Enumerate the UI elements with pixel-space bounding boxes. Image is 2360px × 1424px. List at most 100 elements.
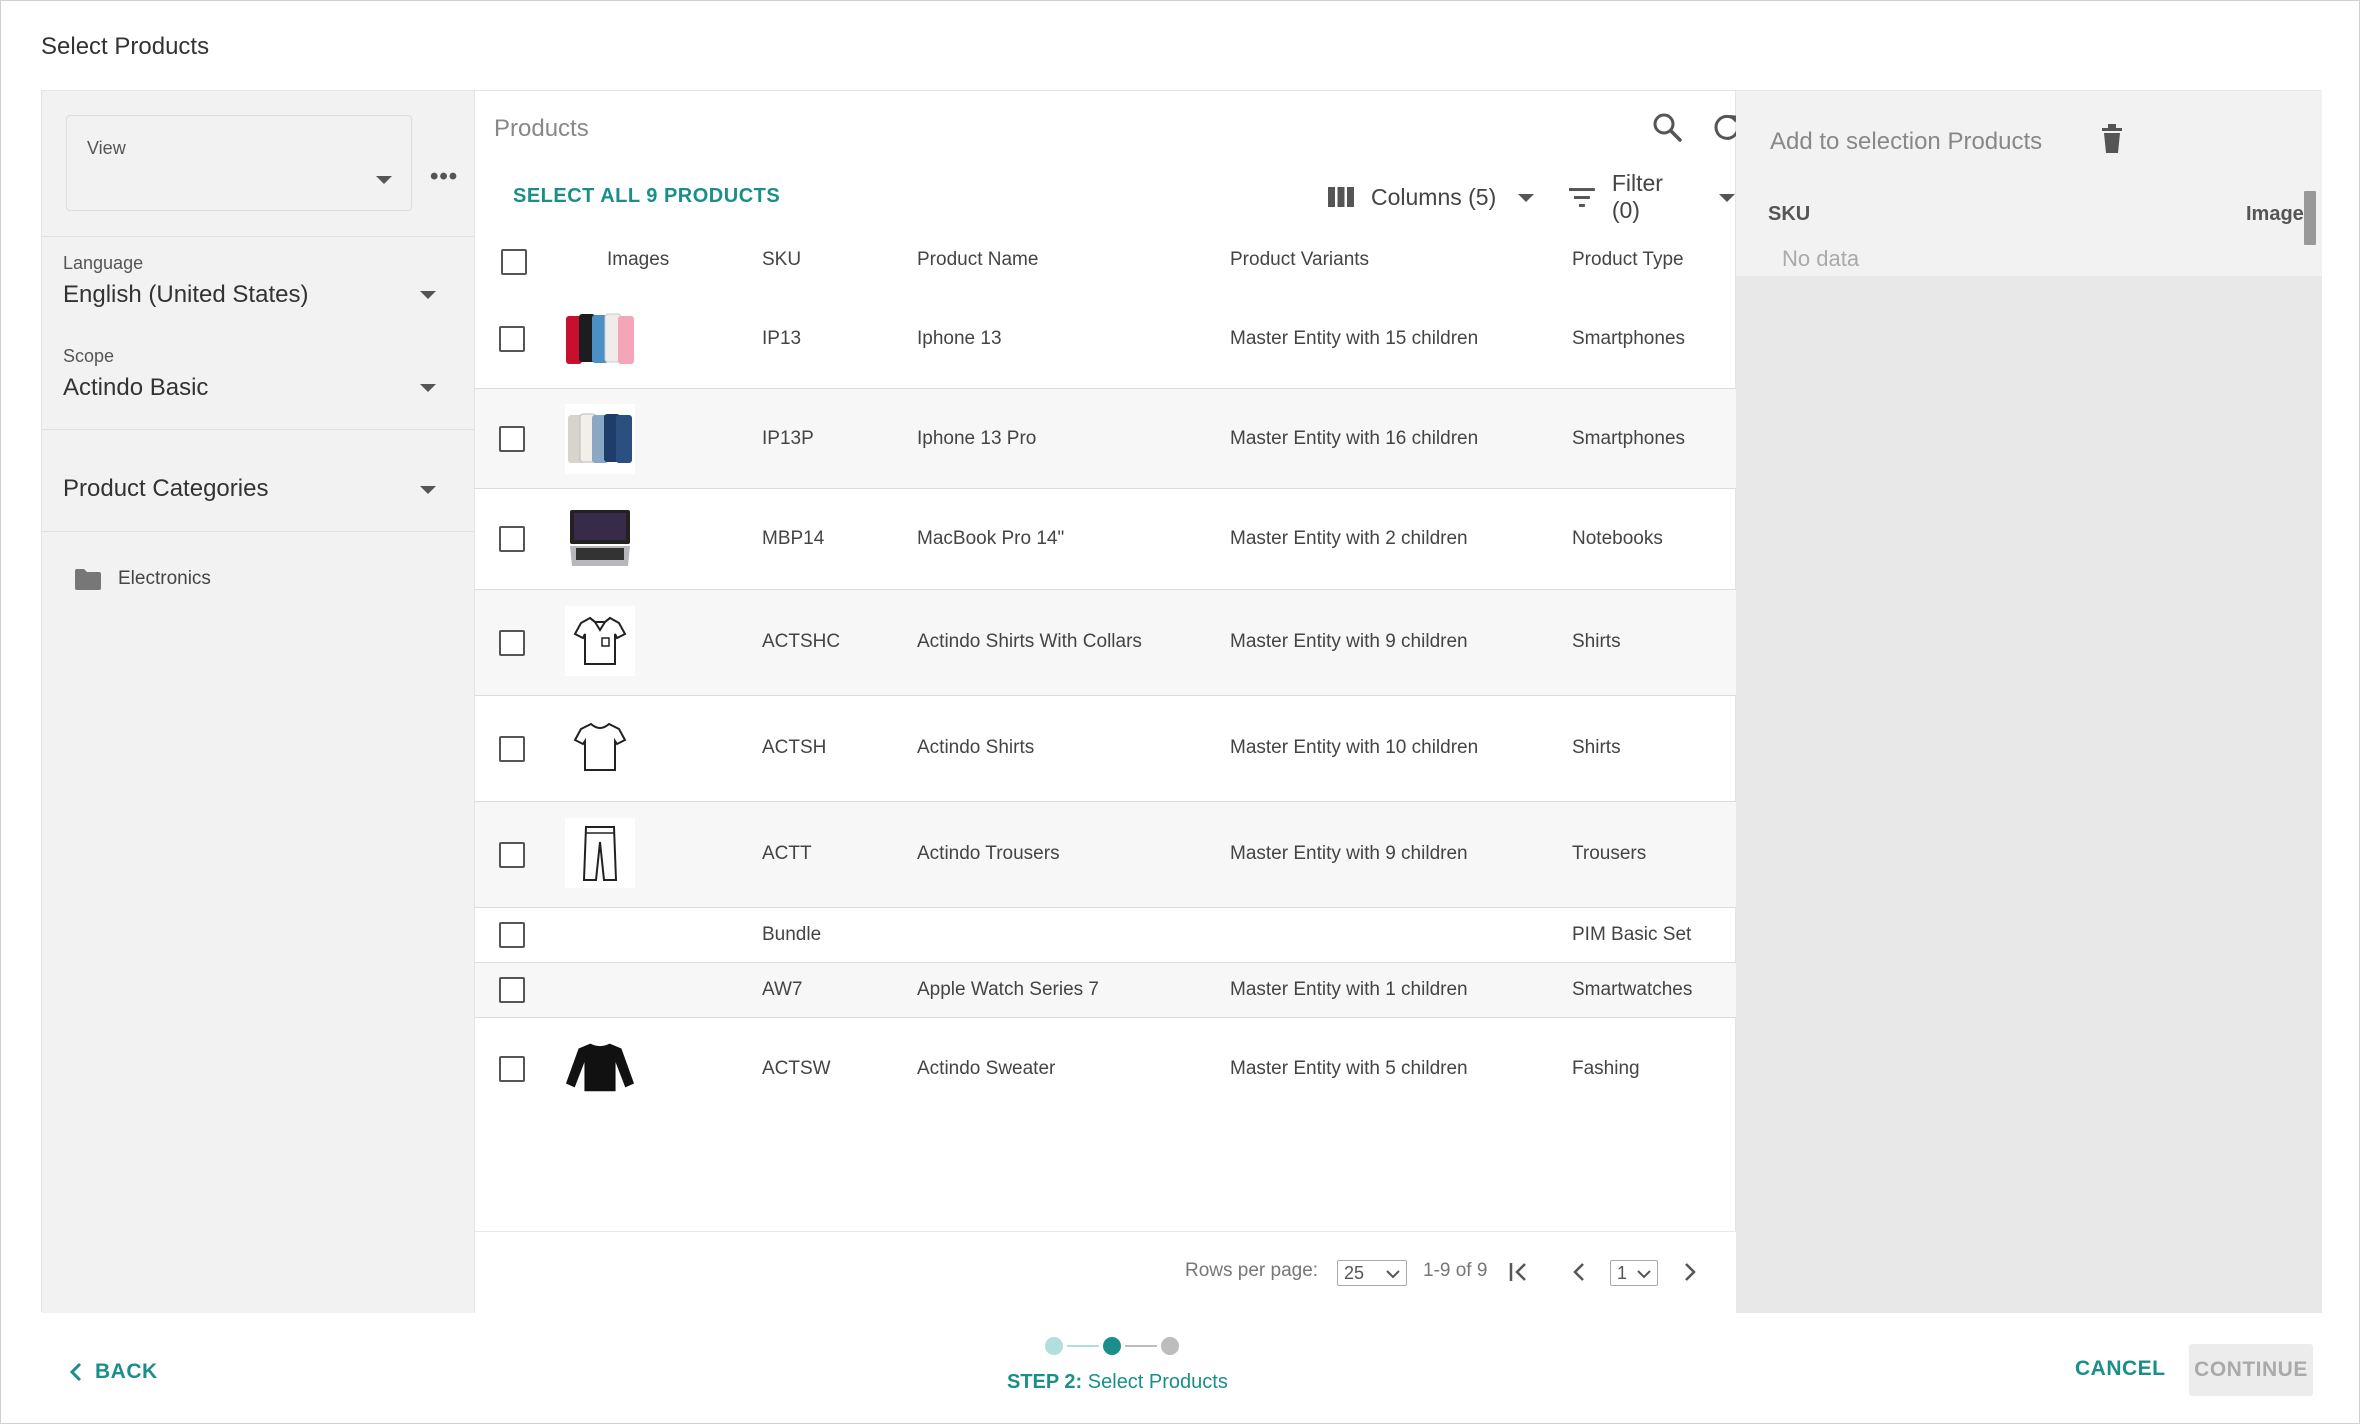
table-row[interactable]: AW7 Apple Watch Series 7 Master Entity w…: [475, 963, 1737, 1018]
filter-button[interactable]: Filter (0): [1568, 170, 1735, 223]
step-connector: [1125, 1345, 1157, 1347]
iphone-13-pro-thumbnail: [568, 413, 632, 463]
iphone-13-thumbnail: [566, 313, 634, 364]
chevron-down-icon: [420, 486, 436, 494]
rows-per-page-select[interactable]: 25: [1337, 1260, 1407, 1286]
chevron-down-icon: [1637, 1270, 1651, 1279]
category-item-electronics[interactable]: Electronics: [74, 565, 211, 593]
select-products-dialog: Select Products View ••• Language Englis…: [0, 0, 2360, 1424]
columns-icon: [1328, 187, 1354, 207]
chevron-down-icon: [420, 384, 436, 392]
continue-button[interactable]: CONTINUE: [2189, 1344, 2313, 1396]
filter-label: Filter (0): [1611, 170, 1663, 223]
row-product-variants: Master Entity with 2 children: [1230, 528, 1468, 549]
pagination-range: 1-9 of 9: [1423, 1260, 1488, 1281]
table-row[interactable]: IP13P Iphone 13 Pro Master Entity with 1…: [475, 389, 1737, 489]
table-row[interactable]: ACTT Actindo Trousers Master Entity with…: [475, 802, 1737, 908]
row-checkbox[interactable]: [499, 526, 525, 552]
select-all-button[interactable]: SELECT ALL 9 PRODUCTS: [513, 185, 780, 208]
row-product-type: Smartphones: [1572, 428, 1686, 449]
empty-state-text: No data: [1782, 246, 1860, 271]
step-dot-3: [1161, 1337, 1179, 1355]
table-row[interactable]: ACTSW Actindo Sweater Master Entity with…: [475, 1018, 1737, 1122]
macbook-thumbnail: [570, 510, 630, 566]
row-checkbox[interactable]: [499, 736, 525, 762]
divider: [42, 429, 474, 430]
dialog-content: View ••• Language English (United States…: [41, 90, 2322, 1313]
table-row[interactable]: Bundle PIM Basic Set: [475, 908, 1737, 963]
row-checkbox[interactable]: [499, 630, 525, 656]
page-value: 1: [1617, 1262, 1628, 1283]
back-button[interactable]: BACK: [69, 1357, 158, 1387]
columns-button[interactable]: Columns (5): [1327, 181, 1535, 213]
row-checkbox[interactable]: [499, 426, 525, 452]
search-icon[interactable]: [1647, 107, 1687, 147]
step-dot-2-active: [1103, 1337, 1121, 1355]
column-header-sku[interactable]: SKU: [762, 249, 801, 271]
language-value: English (United States): [63, 281, 309, 308]
row-checkbox[interactable]: [499, 842, 525, 868]
product-categories-title: Product Categories: [63, 475, 269, 502]
filter-sidebar: View ••• Language English (United States…: [42, 91, 474, 1313]
row-sku: ACTSW: [762, 1058, 831, 1079]
step-name: Select Products: [1087, 1371, 1228, 1393]
row-product-type: Shirts: [1572, 737, 1621, 758]
column-header-images[interactable]: Images: [607, 249, 669, 271]
next-page-icon[interactable]: [1674, 1256, 1706, 1288]
product-image: [565, 818, 635, 888]
scope-label: Scope: [63, 346, 115, 366]
selection-header: Add to selection Products SKU Images No …: [1736, 91, 2322, 276]
products-panel: Products SELECT ALL 9 PRODUCTS Columns (…: [474, 91, 1757, 1313]
filter-icon: [1568, 188, 1595, 207]
row-product-variants: Master Entity with 1 children: [1230, 979, 1468, 1000]
row-product-type: Trousers: [1572, 843, 1647, 864]
row-checkbox[interactable]: [499, 922, 525, 948]
product-image: [565, 504, 635, 574]
product-image: [565, 404, 635, 474]
step-prefix: STEP 2:: [1007, 1371, 1083, 1393]
row-sku: AW7: [762, 979, 803, 1000]
row-sku: ACTSHC: [762, 631, 841, 652]
chevron-down-icon: [1719, 194, 1735, 202]
table-row[interactable]: ACTSH Actindo Shirts Master Entity with …: [475, 696, 1737, 802]
selection-panel: Add to selection Products SKU Images No …: [1736, 91, 2322, 1313]
first-page-icon[interactable]: [1503, 1256, 1535, 1288]
cancel-button[interactable]: CANCEL: [2075, 1357, 2166, 1381]
rows-per-page-value: 25: [1344, 1262, 1365, 1283]
product-image: [565, 304, 635, 374]
view-select[interactable]: View: [66, 115, 412, 211]
table-row[interactable]: MBP14 MacBook Pro 14" Master Entity with…: [475, 489, 1737, 590]
row-product-name: MacBook Pro 14": [917, 528, 1065, 549]
row-checkbox[interactable]: [499, 977, 525, 1003]
select-all-checkbox[interactable]: [501, 249, 527, 275]
selection-column-sku[interactable]: SKU: [1768, 203, 1810, 226]
products-title: Products: [494, 115, 589, 142]
row-product-type: Notebooks: [1572, 528, 1663, 549]
row-checkbox[interactable]: [499, 1056, 525, 1082]
trash-icon[interactable]: [2100, 123, 2124, 155]
category-label: Electronics: [118, 568, 211, 589]
chevron-down-icon: [420, 291, 436, 299]
row-product-name: Actindo Shirts With Collars: [917, 631, 1142, 652]
row-sku: ACTSH: [762, 737, 827, 758]
dialog-title: Select Products: [41, 33, 210, 60]
row-sku: Bundle: [762, 924, 822, 945]
selection-scrollbar[interactable]: [2304, 191, 2316, 245]
column-header-product-type[interactable]: Product Type: [1572, 249, 1684, 271]
row-product-variants: Master Entity with 15 children: [1230, 328, 1479, 349]
pagination-bar: Rows per page: 25 1-9 of 9 1: [475, 1231, 1757, 1313]
table-row[interactable]: IP13 Iphone 13 Master Entity with 15 chi…: [475, 289, 1737, 389]
row-product-type: Smartphones: [1572, 328, 1686, 349]
row-product-variants: Master Entity with 10 children: [1230, 737, 1479, 758]
row-checkbox[interactable]: [499, 326, 525, 352]
row-product-name: Iphone 13 Pro: [917, 428, 1037, 449]
table-row[interactable]: ACTSHC Actindo Shirts With Collars Maste…: [475, 590, 1737, 696]
column-header-product-variants[interactable]: Product Variants: [1230, 249, 1369, 271]
page-select[interactable]: 1: [1610, 1260, 1658, 1286]
rows-per-page-label: Rows per page:: [1185, 1260, 1319, 1281]
row-product-variants: Master Entity with 16 children: [1230, 428, 1479, 449]
column-header-product-name[interactable]: Product Name: [917, 249, 1038, 271]
product-image: [565, 1032, 635, 1102]
more-options-icon[interactable]: •••: [430, 163, 458, 191]
previous-page-icon[interactable]: [1563, 1256, 1595, 1288]
